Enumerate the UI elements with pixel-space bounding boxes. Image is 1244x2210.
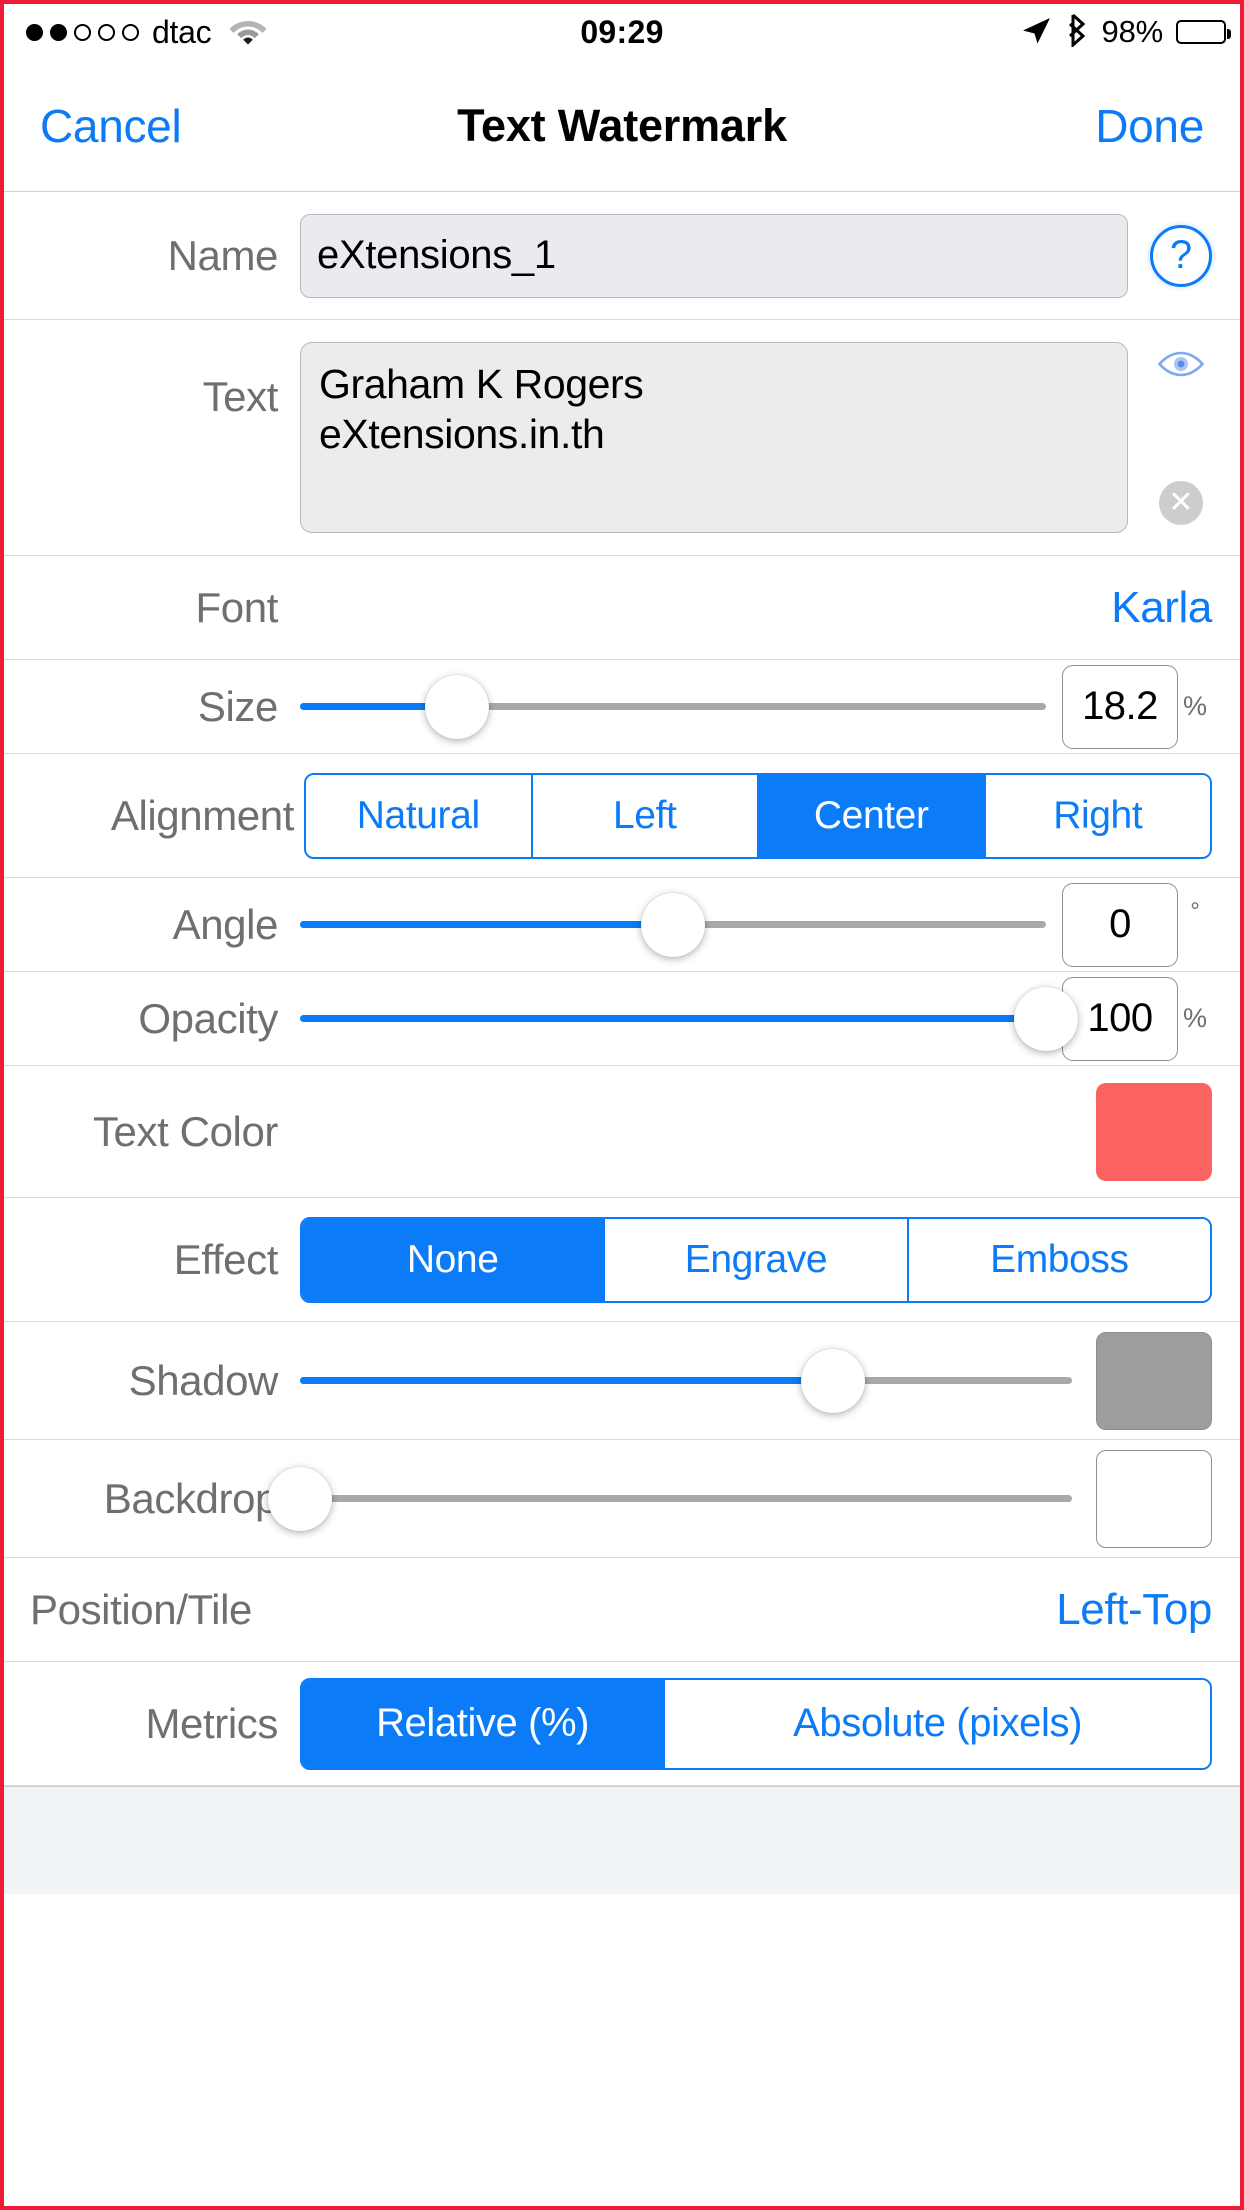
backdrop-color-swatch[interactable] xyxy=(1096,1449,1212,1548)
shadow-slider-thumb[interactable] xyxy=(800,1348,865,1413)
row-opacity: Opacity 100 % xyxy=(4,972,1240,1066)
angle-value-input[interactable]: 0 xyxy=(1062,882,1178,967)
row-shadow: Shadow xyxy=(4,1322,1240,1440)
text-color-label: Text Color xyxy=(92,1107,278,1155)
clear-circle-icon[interactable]: ✕ xyxy=(1159,481,1203,525)
row-size: Size 18.2 % xyxy=(4,660,1240,754)
row-effect: Effect None Engrave Emboss xyxy=(4,1198,1240,1322)
size-slider-thumb[interactable] xyxy=(424,674,489,739)
opacity-label: Opacity xyxy=(138,994,278,1042)
text-label: Text xyxy=(202,373,279,420)
angle-unit-label: ° xyxy=(1190,897,1200,925)
alignment-option-center[interactable]: Center xyxy=(759,774,986,857)
row-angle: Angle 0 ° xyxy=(4,878,1240,972)
effect-option-none[interactable]: None xyxy=(302,1218,606,1301)
row-font[interactable]: Font Karla xyxy=(4,556,1240,660)
size-slider-track xyxy=(300,703,1046,710)
position-tile-label: Position/Tile xyxy=(30,1585,253,1633)
angle-slider-thumb[interactable] xyxy=(641,892,705,957)
shadow-color-swatch[interactable] xyxy=(1096,1331,1212,1430)
alignment-label: Alignment xyxy=(110,791,295,839)
watermark-text-input[interactable]: Graham K Rogers eXtensions.in.th xyxy=(300,342,1128,533)
size-label: Size xyxy=(197,682,279,730)
text-side-actions: ✕ xyxy=(1150,320,1212,555)
size-slider[interactable] xyxy=(300,660,1046,754)
backdrop-slider-thumb[interactable] xyxy=(268,1466,332,1531)
location-arrow-icon xyxy=(1020,14,1052,51)
footer-spacer xyxy=(4,1786,1240,1894)
eye-icon[interactable] xyxy=(1157,350,1205,383)
row-position-tile[interactable]: Position/Tile Left-Top xyxy=(4,1558,1240,1662)
metrics-option-absolute-pixels[interactable]: Absolute (pixels) xyxy=(665,1679,1210,1768)
opacity-slider[interactable] xyxy=(300,972,1078,1066)
battery-full-icon xyxy=(1176,20,1231,44)
backdrop-slider[interactable] xyxy=(268,1452,1072,1546)
metrics-label: Metrics xyxy=(145,1699,278,1747)
text-color-swatch[interactable] xyxy=(1096,1082,1212,1181)
metrics-option-relative[interactable]: Relative (%) xyxy=(302,1679,666,1768)
alignment-segmented-control[interactable]: Natural Left Center Right xyxy=(304,772,1212,859)
battery-percent-label: 98% xyxy=(1101,14,1164,49)
effect-option-emboss[interactable]: Emboss xyxy=(908,1218,1210,1301)
status-bar-right: 98% xyxy=(1020,4,1231,60)
backdrop-label: Backdrop xyxy=(103,1474,279,1522)
effect-label: Effect xyxy=(173,1235,279,1283)
alignment-option-natural[interactable]: Natural xyxy=(306,774,533,857)
position-tile-value[interactable]: Left-Top xyxy=(1056,1585,1212,1635)
backdrop-slider-track xyxy=(300,1495,1072,1502)
page-title: Text Watermark xyxy=(457,99,787,151)
shadow-label: Shadow xyxy=(128,1356,279,1404)
shadow-slider-track xyxy=(300,1377,1072,1384)
size-unit-label: % xyxy=(1182,691,1207,721)
alignment-option-left[interactable]: Left xyxy=(532,774,759,857)
alignment-option-right[interactable]: Right xyxy=(985,774,1210,857)
row-backdrop: Backdrop xyxy=(4,1440,1240,1558)
effect-segmented-control[interactable]: None Engrave Emboss xyxy=(300,1216,1212,1303)
angle-label: Angle xyxy=(172,900,279,948)
metrics-segmented-control[interactable]: Relative (%) Absolute (pixels) xyxy=(300,1677,1212,1770)
bluetooth-icon xyxy=(1065,13,1089,52)
row-alignment: Alignment Natural Left Center Right xyxy=(4,754,1240,878)
row-metrics: Metrics Relative (%) Absolute (pixels) xyxy=(4,1662,1240,1786)
font-value[interactable]: Karla xyxy=(1111,583,1212,633)
phone-screen: dtac 09:29 98% Cancel Text Watermark Don… xyxy=(0,0,1244,2210)
effect-option-engrave[interactable]: Engrave xyxy=(605,1218,909,1301)
question-mark-circle-icon[interactable]: ? xyxy=(1150,224,1212,287)
opacity-slider-track xyxy=(300,1015,1046,1022)
shadow-slider[interactable] xyxy=(300,1334,1072,1428)
opacity-slider-thumb[interactable] xyxy=(1014,986,1078,1051)
name-input[interactable]: eXtensions_1 xyxy=(300,213,1128,298)
done-button[interactable]: Done xyxy=(1095,99,1204,153)
watermark-settings-form: Name eXtensions_1 ? Text Graham K Rogers… xyxy=(4,192,1240,1786)
status-bar: dtac 09:29 98% xyxy=(4,4,1240,60)
size-value-input[interactable]: 18.2 xyxy=(1062,664,1178,749)
angle-slider[interactable] xyxy=(300,878,1046,972)
row-text: Text Graham K Rogers eXtensions.in.th ✕ xyxy=(4,320,1240,556)
opacity-value-input[interactable]: 100 xyxy=(1062,976,1178,1061)
row-text-color: Text Color xyxy=(4,1066,1240,1198)
name-label: Name xyxy=(167,231,279,279)
row-name: Name eXtensions_1 ? xyxy=(4,192,1240,320)
navigation-bar: Cancel Text Watermark Done xyxy=(4,60,1240,192)
font-label: Font xyxy=(195,583,279,631)
opacity-unit-label: % xyxy=(1182,1003,1207,1033)
